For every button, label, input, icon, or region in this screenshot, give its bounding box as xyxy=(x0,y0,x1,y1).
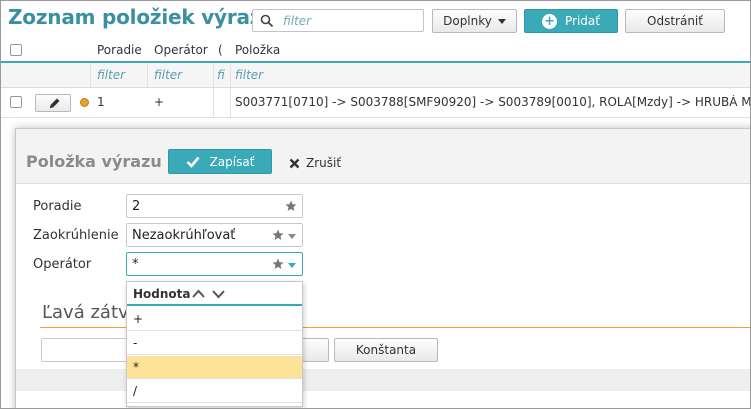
add-label: Pridať xyxy=(565,14,600,28)
zaokruhlenie-field[interactable]: Nezaokrúhľovať xyxy=(126,223,303,247)
zaokruhlenie-label: Zaokrúhlenie xyxy=(33,228,119,243)
caret-down-icon xyxy=(497,18,506,24)
list-toolbar: Zoznam položiek výrazu Doplnky + Pridať … xyxy=(1,1,750,37)
doplnky-button[interactable]: Doplnky xyxy=(432,9,517,33)
cell-operator: + xyxy=(154,95,165,109)
filter-paren[interactable]: fi xyxy=(217,68,228,82)
pencil-icon xyxy=(49,98,60,109)
dialog-title: Položka výrazu xyxy=(26,152,162,171)
grid-filter-row: filter filter fi filter xyxy=(1,63,750,88)
plus-circle-icon: + xyxy=(542,13,558,29)
add-button[interactable]: + Pridať xyxy=(524,9,618,33)
dropdown-option[interactable]: / xyxy=(127,380,302,403)
poradie-field[interactable]: 2 xyxy=(126,194,303,218)
column-header-operator[interactable]: Operátor xyxy=(154,43,208,57)
close-icon xyxy=(289,158,300,168)
delete-button[interactable]: Odstrániť xyxy=(625,9,725,33)
grid-header: Poradie Operátor ( Položka xyxy=(1,39,750,63)
poradie-label: Poradie xyxy=(33,199,82,214)
poradie-value: 2 xyxy=(132,199,141,214)
cancel-button[interactable]: Zrušiť xyxy=(289,153,341,173)
column-header-polozka[interactable]: Položka xyxy=(235,43,280,57)
konstanta-button[interactable]: Konštanta xyxy=(334,338,438,362)
search-icon xyxy=(260,14,274,28)
filter-poradie[interactable]: filter xyxy=(97,68,143,82)
filter-polozka[interactable]: filter xyxy=(235,68,435,82)
save-button[interactable]: Zapísať xyxy=(168,149,272,174)
star-icon[interactable] xyxy=(285,200,297,212)
dropdown-header: Hodnota xyxy=(127,282,302,306)
page-title: Zoznam položiek výrazu xyxy=(8,5,276,29)
select-all-checkbox[interactable] xyxy=(10,44,22,56)
operator-value: * xyxy=(132,257,139,272)
operator-field[interactable]: * xyxy=(126,252,303,276)
dialog-header: Položka výrazu Zapísať Zrušiť xyxy=(16,129,750,184)
edit-button[interactable] xyxy=(35,94,71,112)
operator-dropdown[interactable]: Hodnota + - * / xyxy=(126,281,303,407)
zaokruhlenie-value: Nezaokrúhľovať xyxy=(132,228,236,243)
cell-polozka: S003771[0710] -> S003788[SMF90920] -> S0… xyxy=(235,95,751,109)
dropdown-option[interactable]: - xyxy=(127,332,302,355)
save-label: Zapísať xyxy=(209,154,255,169)
doplnky-label: Doplnky xyxy=(443,14,492,28)
filter-operator[interactable]: filter xyxy=(154,68,208,82)
check-icon xyxy=(186,156,200,168)
star-icon[interactable] xyxy=(272,258,284,270)
dropdown-option[interactable]: + xyxy=(127,308,302,331)
star-icon[interactable] xyxy=(272,229,284,241)
table-row[interactable]: 1 + S003771[0710] -> S003788[SMF90920] -… xyxy=(1,88,751,118)
column-header-poradie[interactable]: Poradie xyxy=(97,43,142,57)
operator-label: Operátor xyxy=(33,257,92,272)
search-box[interactable] xyxy=(252,9,424,32)
dropdown-header-label: Hodnota xyxy=(133,287,191,301)
sort-ascending-icon[interactable] xyxy=(191,287,206,301)
cancel-label: Zrušiť xyxy=(306,156,342,170)
dropdown-arrow-icon[interactable] xyxy=(288,263,296,268)
search-input[interactable] xyxy=(281,12,419,29)
column-header-paren[interactable]: ( xyxy=(218,43,223,57)
cell-poradie: 1 xyxy=(97,95,105,109)
dropdown-arrow-icon[interactable] xyxy=(288,234,296,239)
status-dot xyxy=(80,98,89,107)
app-window: Zoznam položiek výrazu Doplnky + Pridať … xyxy=(0,0,751,409)
row-checkbox[interactable] xyxy=(10,96,22,108)
dropdown-option-selected[interactable]: * xyxy=(127,356,302,379)
sort-descending-icon[interactable] xyxy=(211,287,226,301)
